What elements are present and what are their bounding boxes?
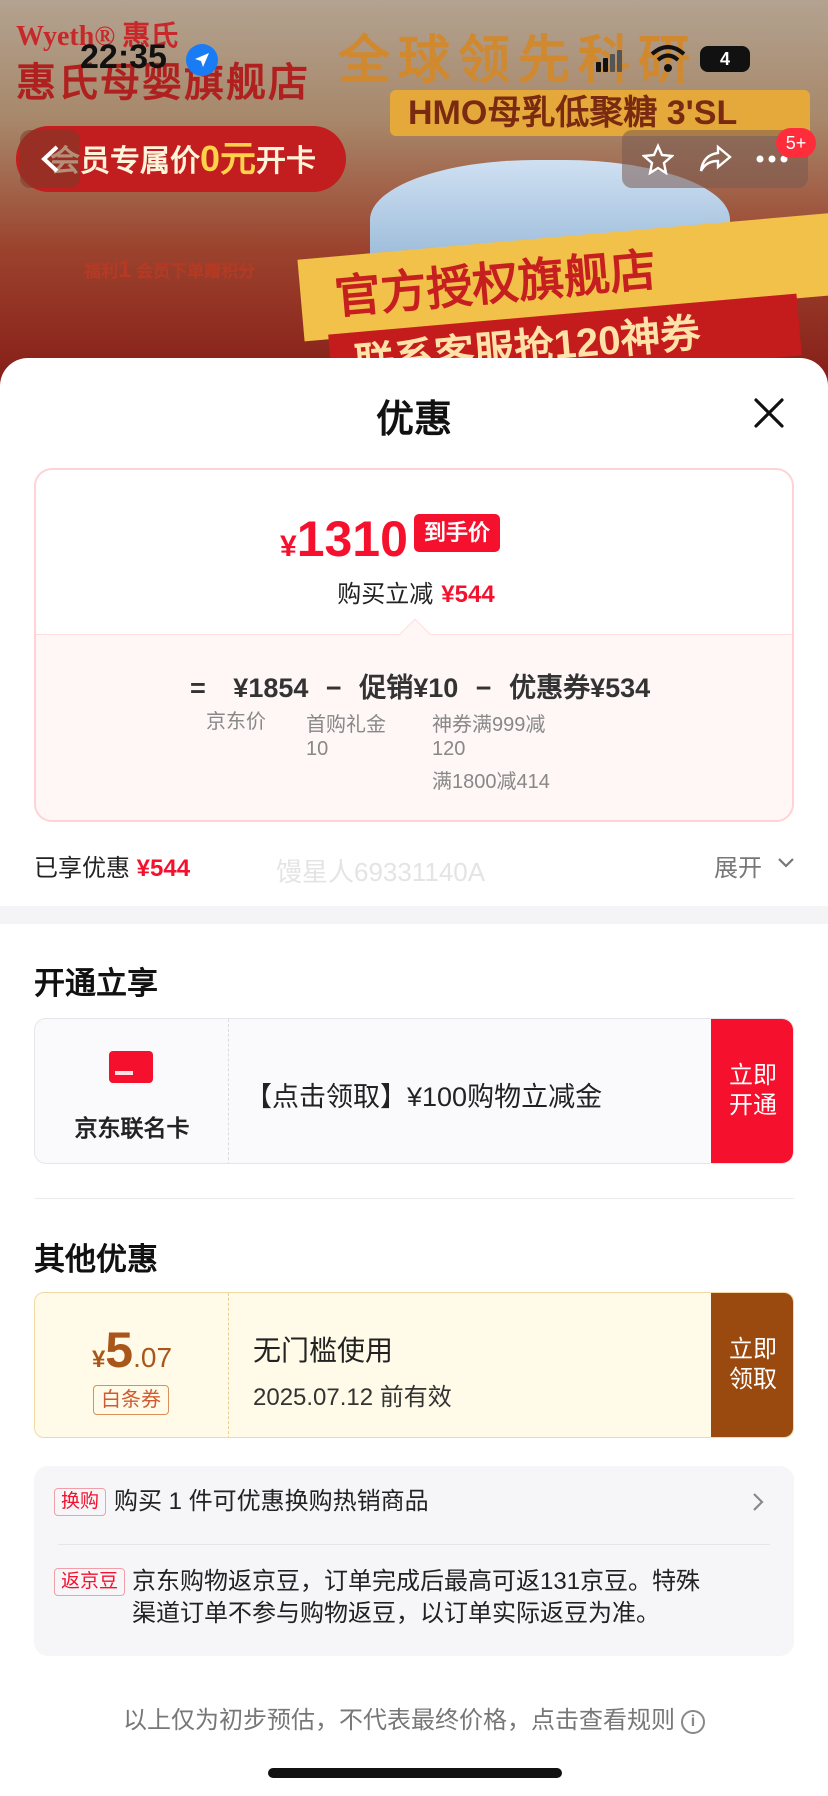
jingdou-text-line2: 渠道订单不参与购物返豆，以订单实际返豆为准。 — [132, 1600, 660, 1627]
coupon-title: 无门槛使用 — [253, 1335, 394, 1366]
chevron-right-icon[interactable] — [748, 1490, 768, 1514]
coupon-dec: .07 — [133, 1342, 173, 1373]
section-separator — [34, 1198, 794, 1199]
save-label: 购买立减 — [337, 581, 434, 608]
final-price: ¥1310 — [280, 510, 408, 568]
minus-sign: − — [325, 673, 342, 703]
member-suffix: 开卡 — [256, 145, 317, 178]
enjoyed-amount: ¥544 — [136, 855, 191, 882]
coupon-detail-1-value: 120 — [432, 738, 466, 760]
footer-note[interactable]: 以上仅为初步预估，不代表最终价格，点击查看规则 i — [0, 1700, 828, 1735]
coupon-expiry: 2025.07.12 前有效 — [253, 1384, 452, 1411]
open-now-button[interactable]: 立即 开通 — [711, 1019, 793, 1163]
star-icon[interactable] — [642, 143, 674, 175]
final-amount: 1310 — [296, 511, 408, 567]
jingdou-tag: 返京豆 — [54, 1568, 126, 1596]
chevron-left-icon — [41, 145, 59, 173]
info-icon[interactable]: i — [681, 1709, 705, 1734]
jd-price-label: 京东价 — [206, 711, 266, 733]
chevron-down-icon[interactable] — [776, 852, 796, 872]
promo-detail-value: 10 — [306, 738, 329, 760]
coupon-value: ¥5.07 — [35, 1321, 229, 1379]
share-icon[interactable] — [698, 144, 732, 174]
info-separator — [58, 1544, 770, 1545]
claim-now-button[interactable]: 立即 领取 — [711, 1293, 793, 1437]
coupon-int: 5 — [105, 1322, 134, 1378]
equals-sign: = — [190, 673, 206, 703]
promo-amount: 促销¥10 — [359, 673, 459, 703]
price-breakdown-card: ¥1310 到手价 购买立减 ¥544 = ¥1854 − 促销¥10 − 优惠券… — [34, 468, 794, 822]
exchange-tag: 换购 — [54, 1488, 107, 1516]
cobrand-card-left: 京东联名卡 — [35, 1019, 229, 1163]
status-time: 22:35 — [80, 38, 167, 76]
final-currency: ¥ — [280, 530, 297, 563]
save-amount: ¥544 — [441, 581, 495, 608]
back-button[interactable] — [20, 130, 80, 188]
footer-note-text: 以上仅为初步预估，不代表最终价格，点击查看规则 — [123, 1707, 675, 1734]
close-icon[interactable] — [750, 394, 788, 432]
price-equation: = ¥1854 − 促销¥10 − 优惠券¥534 — [190, 666, 650, 705]
instant-saving: 购买立减 ¥544 — [36, 574, 792, 609]
open-section-title: 开通立享 — [34, 966, 158, 1001]
coupon-currency: ¥ — [91, 1346, 106, 1373]
open-now-line2: 开通 — [729, 1092, 777, 1119]
breakdown-area — [36, 634, 792, 820]
claim-now-line1: 立即 — [729, 1336, 777, 1363]
wifi-icon — [650, 45, 686, 72]
expand-button[interactable]: 展开 — [714, 848, 762, 883]
coupon-amount: 优惠券¥534 — [509, 673, 651, 703]
jd-price: ¥1854 — [233, 673, 309, 703]
home-indicator — [268, 1768, 562, 1778]
benefit-text: 会员下单赠积分 — [136, 262, 256, 281]
extra-offers-box: 换购 购买 1 件可优惠换购热销商品 返京豆 京东购物返京豆，订单完成后最高可返… — [34, 1466, 794, 1656]
benefit-num: 1 — [118, 256, 132, 283]
sheet-title: 优惠 — [375, 399, 452, 441]
battery-icon: 4 — [700, 46, 750, 72]
section-divider — [0, 906, 828, 924]
other-section-title: 其他优惠 — [34, 1242, 158, 1277]
cobrand-card-offer[interactable]: 京东联名卡 【点击领取】¥100购物立减金 立即开通 — [34, 1018, 794, 1164]
final-price-tag: 到手价 — [414, 514, 501, 552]
open-now-line1: 立即 — [729, 1062, 777, 1089]
coupon-detail-2: 满1800减414 — [432, 771, 550, 793]
coupon-value-area: ¥5.07 白条券 — [35, 1293, 229, 1437]
user-watermark: 馒星人69331140A — [276, 857, 486, 887]
signal-icon — [596, 50, 622, 72]
location-icon — [186, 44, 218, 76]
credit-card-icon — [109, 1051, 153, 1083]
exchange-text[interactable]: 购买 1 件可优惠换购热销商品 — [114, 1486, 429, 1518]
enjoyed-label: 已享优惠 — [34, 855, 130, 882]
discount-sheet: 优惠 ¥1310 到手价 购买立减 ¥544 = ¥1854 − 促销¥10 − … — [0, 358, 828, 1796]
banner-headline: 全球领先科研 — [338, 32, 699, 90]
promo-detail-label: 首购礼金 — [306, 714, 386, 736]
benefit-row: 福利1 会员下单赠积分 — [84, 256, 255, 284]
benefit-prefix: 福利 — [84, 262, 118, 281]
claim-now-line2: 领取 — [729, 1366, 777, 1393]
coupon-detail-1: 神券满999减 — [432, 714, 546, 736]
coupon-type-badge: 白条券 — [93, 1385, 169, 1415]
baitiao-coupon[interactable]: ¥5.07 白条券 无门槛使用 2025.07.12 前有效 立即领取 — [34, 1292, 794, 1438]
jingdou-text-line1: 京东购物返京豆，订单完成后最高可返131京豆。特殊 — [132, 1568, 701, 1595]
cobrand-card-desc: 【点击领取】¥100购物立减金 — [245, 1082, 603, 1112]
message-badge: 5+ — [776, 128, 816, 158]
cobrand-card-name: 京东联名卡 — [74, 1115, 190, 1141]
member-zero: 0元 — [200, 138, 257, 179]
enjoyed-discount: 已享优惠 ¥544 — [34, 848, 190, 883]
minus-sign: − — [475, 673, 492, 703]
